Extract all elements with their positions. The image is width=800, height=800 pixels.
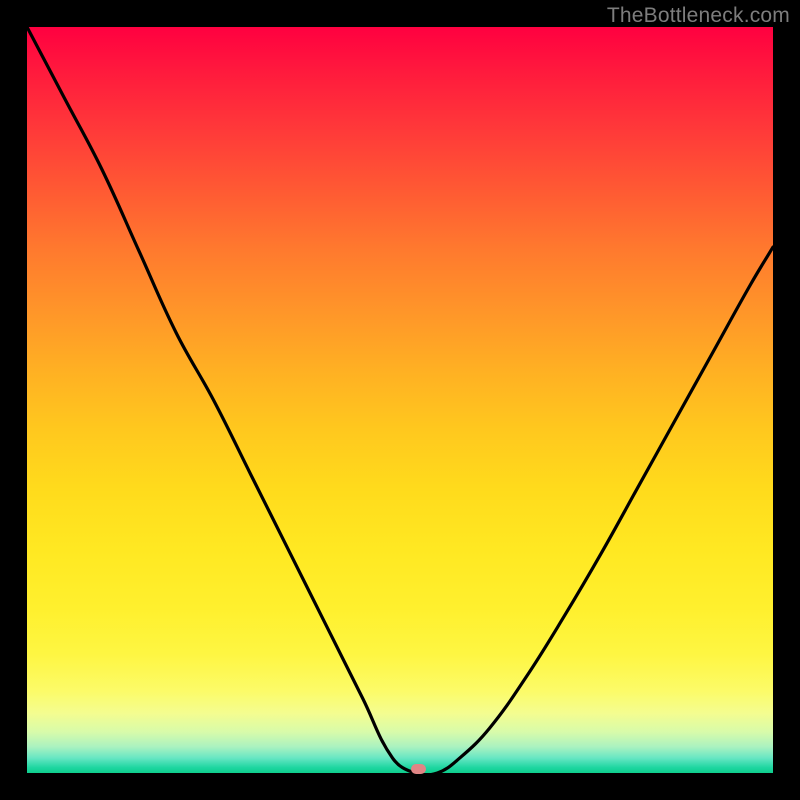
watermark-text: TheBottleneck.com (607, 4, 790, 28)
bottleneck-curve (27, 27, 773, 773)
chart-frame: TheBottleneck.com (0, 0, 800, 800)
plot-area (27, 27, 773, 773)
optimum-marker (411, 764, 426, 774)
